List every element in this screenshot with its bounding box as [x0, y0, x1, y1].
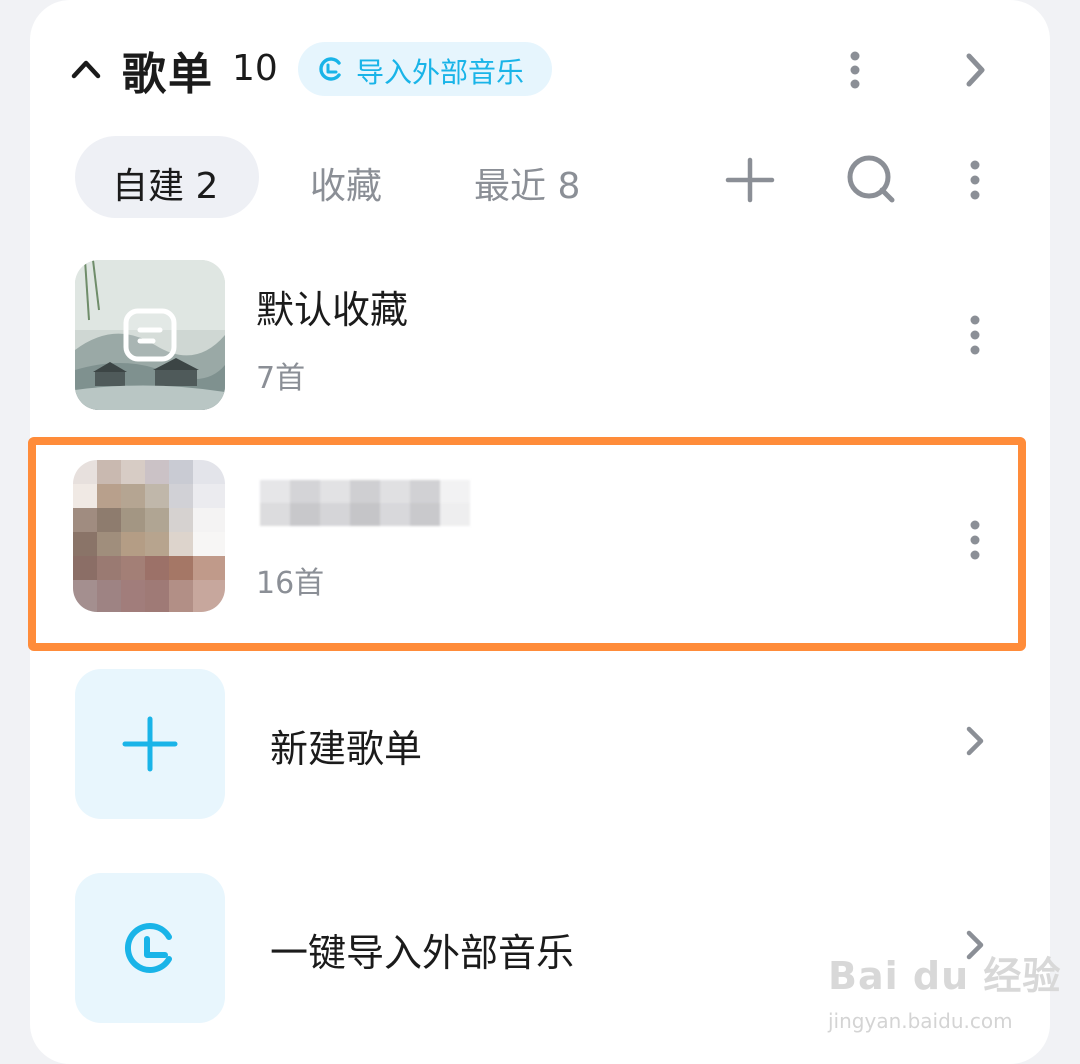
playlist-more-icon[interactable]: [960, 516, 990, 564]
playlist-row[interactable]: 默认收藏 7首: [60, 255, 1020, 425]
playlist-row[interactable]: 16首: [60, 448, 1020, 638]
search-icon[interactable]: [844, 152, 898, 206]
import-button-label: 导入外部音乐: [356, 56, 525, 89]
more-vertical-icon[interactable]: [838, 48, 872, 92]
new-playlist-tile: [75, 669, 225, 819]
tab-favorites[interactable]: 收藏: [310, 157, 382, 209]
default-favorites-icon: [123, 308, 177, 362]
plus-icon: [122, 716, 178, 772]
playlist-title: 默认收藏: [256, 288, 409, 332]
tabs-more-icon[interactable]: [958, 156, 992, 204]
one-click-import-label: 一键导入外部音乐: [270, 931, 575, 975]
playlist-title-blurred: [260, 480, 470, 526]
add-playlist-icon[interactable]: [724, 154, 776, 206]
playlist-song-count: 16首: [256, 566, 325, 601]
playlist-song-count: 7首: [256, 361, 306, 396]
baidu-jingyan-watermark: Bai du 经验 jingyan.baidu.com: [828, 945, 1062, 1033]
tab-recent[interactable]: 最近 8: [474, 157, 580, 209]
import-external-music-button[interactable]: 导入外部音乐: [298, 42, 552, 96]
watermark-url: jingyan.baidu.com: [828, 1009, 1013, 1033]
playlist-cover-blurred: [73, 460, 225, 612]
playlist-more-icon[interactable]: [960, 311, 990, 359]
import-tile: [75, 873, 225, 1023]
new-playlist-row[interactable]: 新建歌单: [60, 664, 1020, 824]
import-icon: [124, 923, 172, 973]
import-icon: [316, 55, 344, 83]
section-title: 歌单: [122, 49, 214, 100]
tab-self-created[interactable]: 自建 2: [112, 157, 218, 209]
playlist-cover: [75, 260, 225, 410]
chevron-right-icon: [964, 724, 986, 758]
collapse-chevron-icon[interactable]: [70, 50, 102, 86]
chevron-right-icon[interactable]: [958, 50, 992, 90]
new-playlist-label: 新建歌单: [270, 727, 423, 771]
playlist-count: 10: [232, 48, 278, 89]
watermark-logo: Bai du 经验: [828, 954, 1062, 998]
